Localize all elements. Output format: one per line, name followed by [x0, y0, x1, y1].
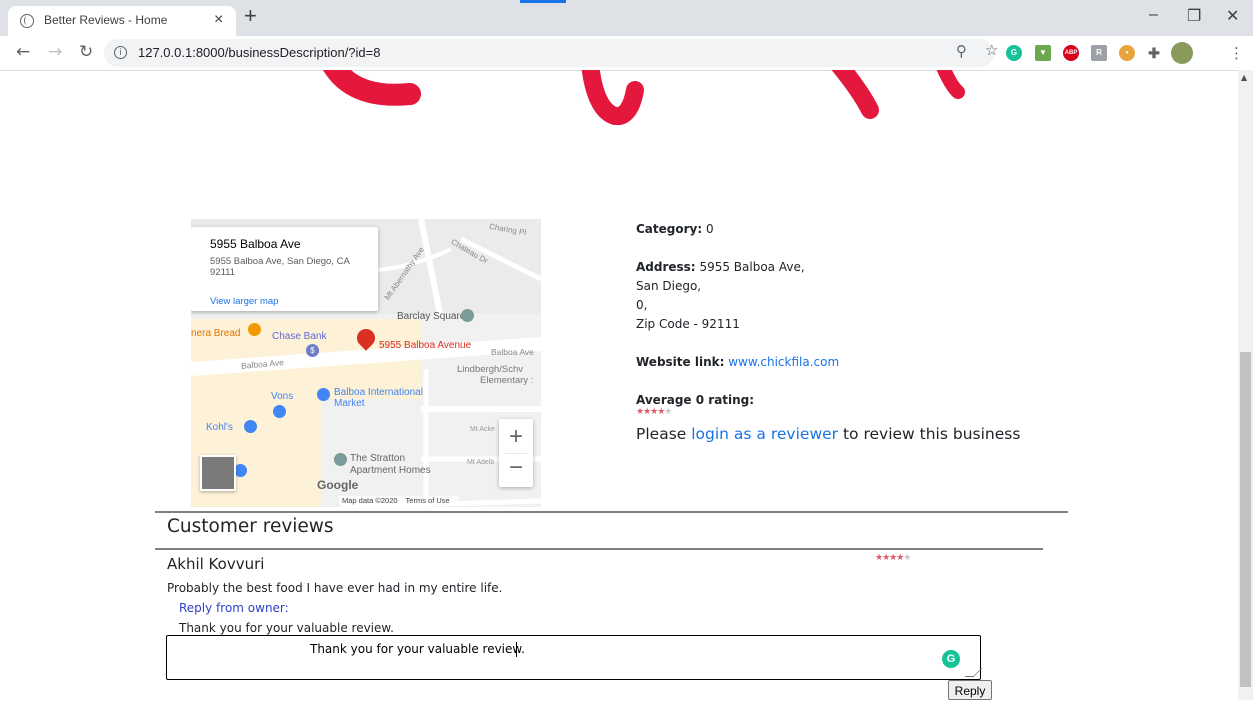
address-line2: San Diego, — [636, 279, 702, 293]
text-cursor — [516, 642, 517, 657]
map-label-stratton1: The Stratton — [350, 453, 406, 464]
category-label: Category: — [636, 222, 703, 236]
review-text: Probably the best food I have ever had i… — [167, 581, 503, 595]
reply-textarea-value[interactable]: Thank you for your valuable review. — [310, 642, 525, 656]
google-logo: Google — [317, 478, 359, 492]
forward-arrow-icon[interactable]: → — [48, 42, 62, 62]
map-label-chase: Chase Bank — [272, 331, 327, 342]
category-value: 0 — [705, 222, 714, 236]
average-rating-stars: ★★★★★ — [636, 407, 672, 417]
translate-icon[interactable]: R — [1091, 45, 1107, 61]
bookmark-star-icon[interactable]: ☆ — [985, 41, 998, 59]
map-label-balboa-market: Balboa International — [334, 387, 423, 398]
reload-icon[interactable]: ↻ — [79, 42, 93, 62]
star-empty-icon: ★ — [664, 407, 672, 417]
resize-handle-icon[interactable] — [964, 668, 983, 677]
website-label: Website link: — [636, 355, 725, 369]
street-view-thumbnail[interactable] — [200, 455, 236, 491]
reviewer-name: Akhil Kovvuri — [167, 555, 265, 573]
kohls-pin-icon — [244, 420, 257, 433]
map-footer: Map data ©2020 Terms of Use — [339, 496, 459, 505]
back-arrow-icon[interactable]: ← — [16, 42, 30, 62]
zoom-in-button[interactable]: + — [499, 421, 533, 453]
restaurant-pin-icon — [248, 323, 261, 336]
business-logo-image — [290, 70, 1010, 126]
reply-textarea[interactable]: Thank you for your valuable review. G — [166, 635, 983, 680]
puzzle-icon[interactable]: ✚ — [1146, 45, 1162, 61]
vons-pin-icon — [273, 405, 286, 418]
map-card-title: 5955 Balboa Ave — [210, 237, 301, 251]
reply-from-owner-label: Reply from owner: — [179, 601, 289, 615]
url-text[interactable]: 127.0.0.1:8000/businessDescription/?id=8 — [138, 45, 380, 60]
website-link[interactable]: www.chickfila.com — [728, 355, 839, 369]
barclay-pin-icon — [461, 309, 474, 322]
profile-avatar[interactable] — [1171, 42, 1193, 64]
address-label: Address: — [636, 260, 696, 274]
zoom-out-button[interactable]: − — [499, 453, 533, 485]
rating-row: Average 0 rating: — [636, 393, 754, 407]
browser-tabstrip: Better Reviews - Home × + – ❐ ✕ — [0, 0, 1253, 36]
apartment-pin-icon — [334, 453, 347, 466]
section-divider — [155, 511, 1068, 513]
map-label-lindbergh: Lindbergh/Schv — [457, 364, 524, 375]
map-label-balboa-right: Balboa Ave — [491, 347, 534, 357]
grammarly-icon[interactable]: G — [1006, 45, 1022, 61]
adblock-icon[interactable]: ABP — [1063, 45, 1079, 61]
star-empty-icon: ★ — [903, 553, 911, 563]
view-larger-map-link[interactable]: View larger map — [210, 296, 278, 307]
downloader-icon[interactable]: ▼ — [1035, 45, 1051, 61]
map-label-mt-acke: Mt Acke — [470, 426, 495, 433]
review-rating-stars: ★★★★★ — [875, 553, 911, 563]
tab-close-button[interactable]: × — [214, 11, 223, 29]
bank-pin-icon: $ — [306, 344, 319, 357]
login-prefix: Please — [636, 425, 687, 443]
scrollbar-thumb[interactable] — [1240, 352, 1251, 687]
google-map[interactable]: 5955 Balboa Ave 5955 Balboa Ave, San Die… — [191, 219, 541, 507]
map-zoom-controls: + − — [499, 419, 533, 487]
cookie-icon[interactable]: • — [1119, 45, 1135, 61]
category-row: Category: 0 — [636, 222, 714, 236]
window-close-button[interactable]: ✕ — [1226, 6, 1239, 26]
zoom-icon[interactable]: ⚲ — [956, 42, 967, 60]
tab-title: Better Reviews - Home — [44, 13, 168, 27]
website-row: Website link: www.chickfila.com — [636, 355, 839, 369]
address-bar[interactable]: i 127.0.0.1:8000/businessDescription/?id… — [104, 39, 994, 67]
login-suffix: to review this business — [842, 425, 1021, 443]
review-divider — [155, 548, 1043, 550]
map-label-kohls: Kohl's — [206, 422, 233, 433]
new-tab-button[interactable]: + — [244, 5, 257, 27]
map-label-market: Market — [334, 398, 365, 409]
average-rating-label: Average 0 rating: — [636, 393, 755, 407]
map-terms-link[interactable]: Terms of Use — [406, 496, 450, 505]
browser-tab[interactable]: Better Reviews - Home × — [8, 6, 236, 36]
map-card-address: 5955 Balboa Ave, San Diego, CA 92111 — [210, 256, 350, 278]
map-label-panera: nera Bread — [191, 328, 241, 339]
map-label-stratton2: Apartment Homes — [350, 465, 431, 476]
address-row: Address: 5955 Balboa Ave, — [636, 260, 805, 274]
address-line3: 0, — [636, 298, 648, 312]
loading-indicator — [520, 0, 566, 3]
owner-reply-text: Thank you for your valuable review. — [179, 621, 394, 635]
map-label-mt-adelb: Mt Adelb — [467, 459, 495, 466]
site-info-icon[interactable]: i — [114, 46, 127, 59]
menu-kebab-icon[interactable]: ⋮ — [1229, 44, 1244, 62]
scroll-up-arrow-icon[interactable]: ▲ — [1241, 73, 1247, 82]
grammarly-icon[interactable]: G — [942, 650, 960, 668]
address-line1: 5955 Balboa Ave, — [699, 260, 805, 274]
window-minimize-button[interactable]: – — [1149, 6, 1158, 24]
customer-reviews-heading: Customer reviews — [167, 516, 334, 537]
globe-icon — [20, 14, 34, 28]
login-as-reviewer-link[interactable]: login as a reviewer — [691, 425, 838, 443]
map-pin-label: 5955 Balboa Avenue — [379, 340, 472, 351]
map-info-card: 5955 Balboa Ave 5955 Balboa Ave, San Die… — [191, 227, 378, 311]
reply-button[interactable]: Reply — [948, 680, 992, 700]
window-restore-button[interactable]: ❐ — [1187, 6, 1201, 26]
map-data-text: Map data ©2020 — [342, 496, 398, 505]
map-label-elementary: Elementary : — [480, 375, 534, 386]
login-prompt: Please login as a reviewer to review thi… — [636, 425, 1020, 443]
address-line4: Zip Code - 92111 — [636, 317, 740, 331]
map-label-vons: Vons — [271, 391, 294, 402]
map-label-barclay: Barclay Square — [397, 311, 466, 322]
market-pin-icon — [317, 388, 330, 401]
